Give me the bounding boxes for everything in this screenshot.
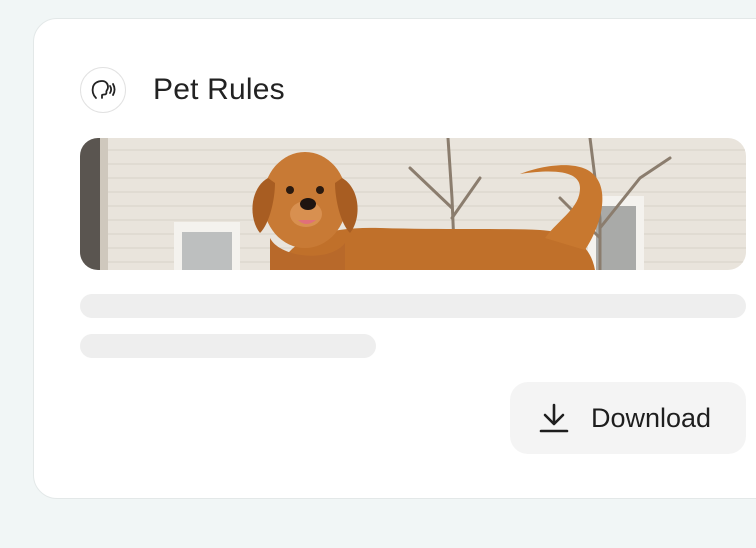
card-header: Pet Rules [80, 66, 285, 114]
skeleton-line-short [80, 334, 376, 358]
card-title: Pet Rules [153, 73, 285, 106]
download-icon [538, 402, 570, 434]
download-button[interactable]: Download [510, 382, 746, 454]
download-label: Download [591, 402, 712, 433]
dog-photo [80, 138, 746, 270]
skeleton-line-long [80, 294, 746, 318]
speaking-head-icon [80, 67, 126, 113]
